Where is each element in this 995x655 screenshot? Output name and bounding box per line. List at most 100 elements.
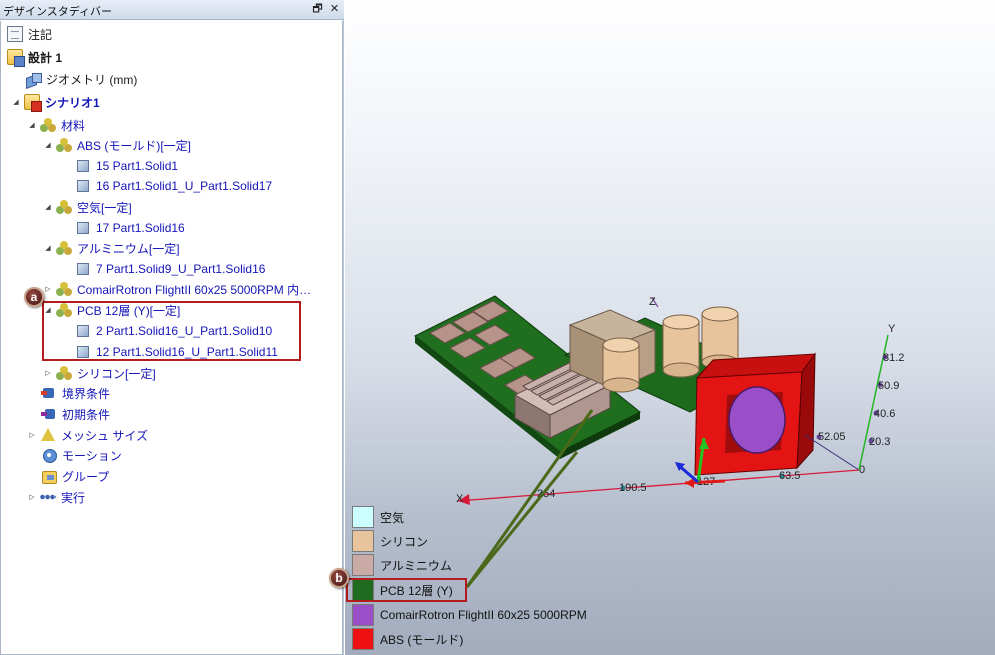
tree-item-geometry[interactable]: ジオメトリ (mm) <box>25 69 137 89</box>
callout-a-badge: a <box>24 287 44 307</box>
tree-item-motion[interactable]: モーション <box>41 445 122 465</box>
legend-swatch <box>352 554 374 576</box>
legend-swatch <box>352 530 374 552</box>
material-icon <box>56 137 72 153</box>
solid-part-icon <box>77 222 89 234</box>
tree-item-materials[interactable]: ◢ 材料 <box>27 115 85 135</box>
tree-item-label: 材料 <box>61 118 86 133</box>
tree-item-air[interactable]: ◢ 空気[一定] <box>43 197 132 217</box>
motion-icon <box>41 447 57 463</box>
expand-arrow-icon[interactable]: ▷ <box>43 285 53 293</box>
scenario-icon <box>24 94 42 112</box>
tree-item-part[interactable]: 7 Part1.Solid9_U_Part1.Solid16 <box>75 259 265 279</box>
close-panel-button[interactable]: ✕ <box>327 2 342 17</box>
expand-arrow-icon[interactable]: ▷ <box>27 493 37 501</box>
z-axis-label: Z <box>649 296 656 308</box>
tree-item-label: アルミニウム[一定] <box>77 241 180 256</box>
legend-swatch <box>352 628 374 650</box>
group-icon <box>41 468 57 484</box>
collapse-arrow-icon[interactable]: ◢ <box>43 203 53 211</box>
design-study-bar: デザインスタディバー 🗗 ✕ 注記 設計 1 ジオメトリ (mm) ◢ シナリオ… <box>0 0 344 655</box>
tree-item-abs[interactable]: ◢ ABS (モールド)[一定] <box>43 135 191 155</box>
tree-item-label: 16 Part1.Solid1_U_Part1.Solid17 <box>96 179 273 193</box>
y-axis-label: Y <box>888 323 896 335</box>
y-tick-label: 20.3 <box>869 436 890 448</box>
panel-title: デザインスタディバー <box>3 6 113 18</box>
boundary-conditions-icon <box>41 385 57 401</box>
tree-item-label: 境界条件 <box>62 386 111 401</box>
x-tick-label: 63.5 <box>779 470 800 482</box>
legend-label: シリコン <box>380 534 429 549</box>
z-tick-label: 52.05 <box>818 431 846 443</box>
initial-conditions-icon <box>41 406 57 422</box>
legend-swatch <box>352 506 374 528</box>
float-panel-button[interactable]: 🗗 <box>310 2 325 17</box>
legend-label: ComairRotron FlightII 60x25 5000RPM <box>380 608 587 622</box>
tree-item-label: 17 Part1.Solid16 <box>96 221 185 235</box>
tree-item-aluminum[interactable]: ◢ アルミニウム[一定] <box>43 238 180 258</box>
legend-item: ABS (モールド) <box>352 628 463 650</box>
run-icon <box>40 489 56 505</box>
collapse-arrow-icon[interactable]: ◢ <box>11 98 21 106</box>
legend-item: ComairRotron FlightII 60x25 5000RPM <box>352 604 587 626</box>
legend-item: 空気 <box>352 506 404 528</box>
tree-item-label: 空気[一定] <box>77 200 132 215</box>
legend-label: 空気 <box>380 510 405 525</box>
tree-item-label: ComairRotron FlightII 60x25 5000RPM 内… <box>77 282 312 297</box>
solid-part-icon <box>77 180 89 192</box>
expand-arrow-icon[interactable]: ▷ <box>27 431 37 439</box>
y-tick-label: 40.6 <box>874 408 895 420</box>
tree-item-part[interactable]: 17 Part1.Solid16 <box>75 218 185 238</box>
y-tick-label: 50.9 <box>878 380 899 392</box>
collapse-arrow-icon[interactable]: ◢ <box>43 141 53 149</box>
model-viewport[interactable]: Z 52.05 X 254 190.5 127 63.5 0 Y 20.3 40… <box>345 0 995 655</box>
tree-item-label: 15 Part1.Solid1 <box>96 159 179 173</box>
collapse-arrow-icon[interactable]: ◢ <box>27 121 37 129</box>
material-icon <box>56 199 72 215</box>
geometry-icon <box>25 71 42 87</box>
tree-item-label: シリコン[一定] <box>77 366 156 381</box>
legend-item: アルミニウム <box>352 554 452 576</box>
tree-item-silicon[interactable]: ▷ シリコン[一定] <box>43 363 156 383</box>
expand-arrow-icon[interactable]: ▷ <box>43 369 53 377</box>
material-icon <box>56 240 72 256</box>
tree-item-note[interactable]: 注記 <box>7 24 52 44</box>
material-icon <box>56 281 72 297</box>
tree-item-design[interactable]: 設計 1 <box>7 47 62 67</box>
callout-b-badge: b <box>329 568 349 588</box>
tree-item-run[interactable]: ▷ 実行 <box>27 487 85 507</box>
fan-rotor <box>728 386 786 454</box>
tree-item-part[interactable]: 15 Part1.Solid1 <box>75 156 178 176</box>
tree-item-group[interactable]: グループ <box>41 466 109 486</box>
tree-item-boundary[interactable]: 境界条件 <box>41 383 110 403</box>
tree-item-label: ジオメトリ (mm) <box>46 72 138 87</box>
collapse-arrow-icon[interactable]: ◢ <box>43 244 53 252</box>
tree-item-mesh[interactable]: ▷ メッシュ サイズ <box>27 425 148 445</box>
tree-item-initial[interactable]: 初期条件 <box>41 404 110 424</box>
legend-label: ABS (モールド) <box>380 632 464 647</box>
note-icon <box>7 26 23 42</box>
design-folder-icon <box>7 49 25 67</box>
legend-swatch <box>352 604 374 626</box>
callout-b-highlight <box>346 578 467 602</box>
mesh-icon <box>40 427 56 443</box>
tree-item-part[interactable]: 16 Part1.Solid1_U_Part1.Solid17 <box>75 176 272 196</box>
tree-item-label: グループ <box>62 469 110 484</box>
tree-item-scenario[interactable]: ◢ シナリオ1 <box>11 92 100 112</box>
tree-item-label: モーション <box>62 448 122 463</box>
legend-label: アルミニウム <box>380 558 452 573</box>
fan-housing[interactable] <box>694 352 817 476</box>
tree-item-fan[interactable]: ▷ ComairRotron FlightII 60x25 5000RPM 内… <box>43 279 311 299</box>
callout-a-highlight <box>42 301 301 361</box>
tree-item-label: 初期条件 <box>62 407 111 422</box>
tree-item-label: メッシュ サイズ <box>61 428 148 443</box>
tree-item-label: 注記 <box>28 27 53 42</box>
y-tick-label: 81.2 <box>883 352 904 364</box>
tree-item-label: 設計 1 <box>28 50 63 65</box>
material-icon <box>56 365 72 381</box>
solid-part-icon <box>77 160 89 172</box>
legend-item: シリコン <box>352 530 428 552</box>
materials-icon <box>40 117 56 133</box>
tree-item-label: 実行 <box>61 490 86 505</box>
x-tick-label: 190.5 <box>619 482 647 494</box>
